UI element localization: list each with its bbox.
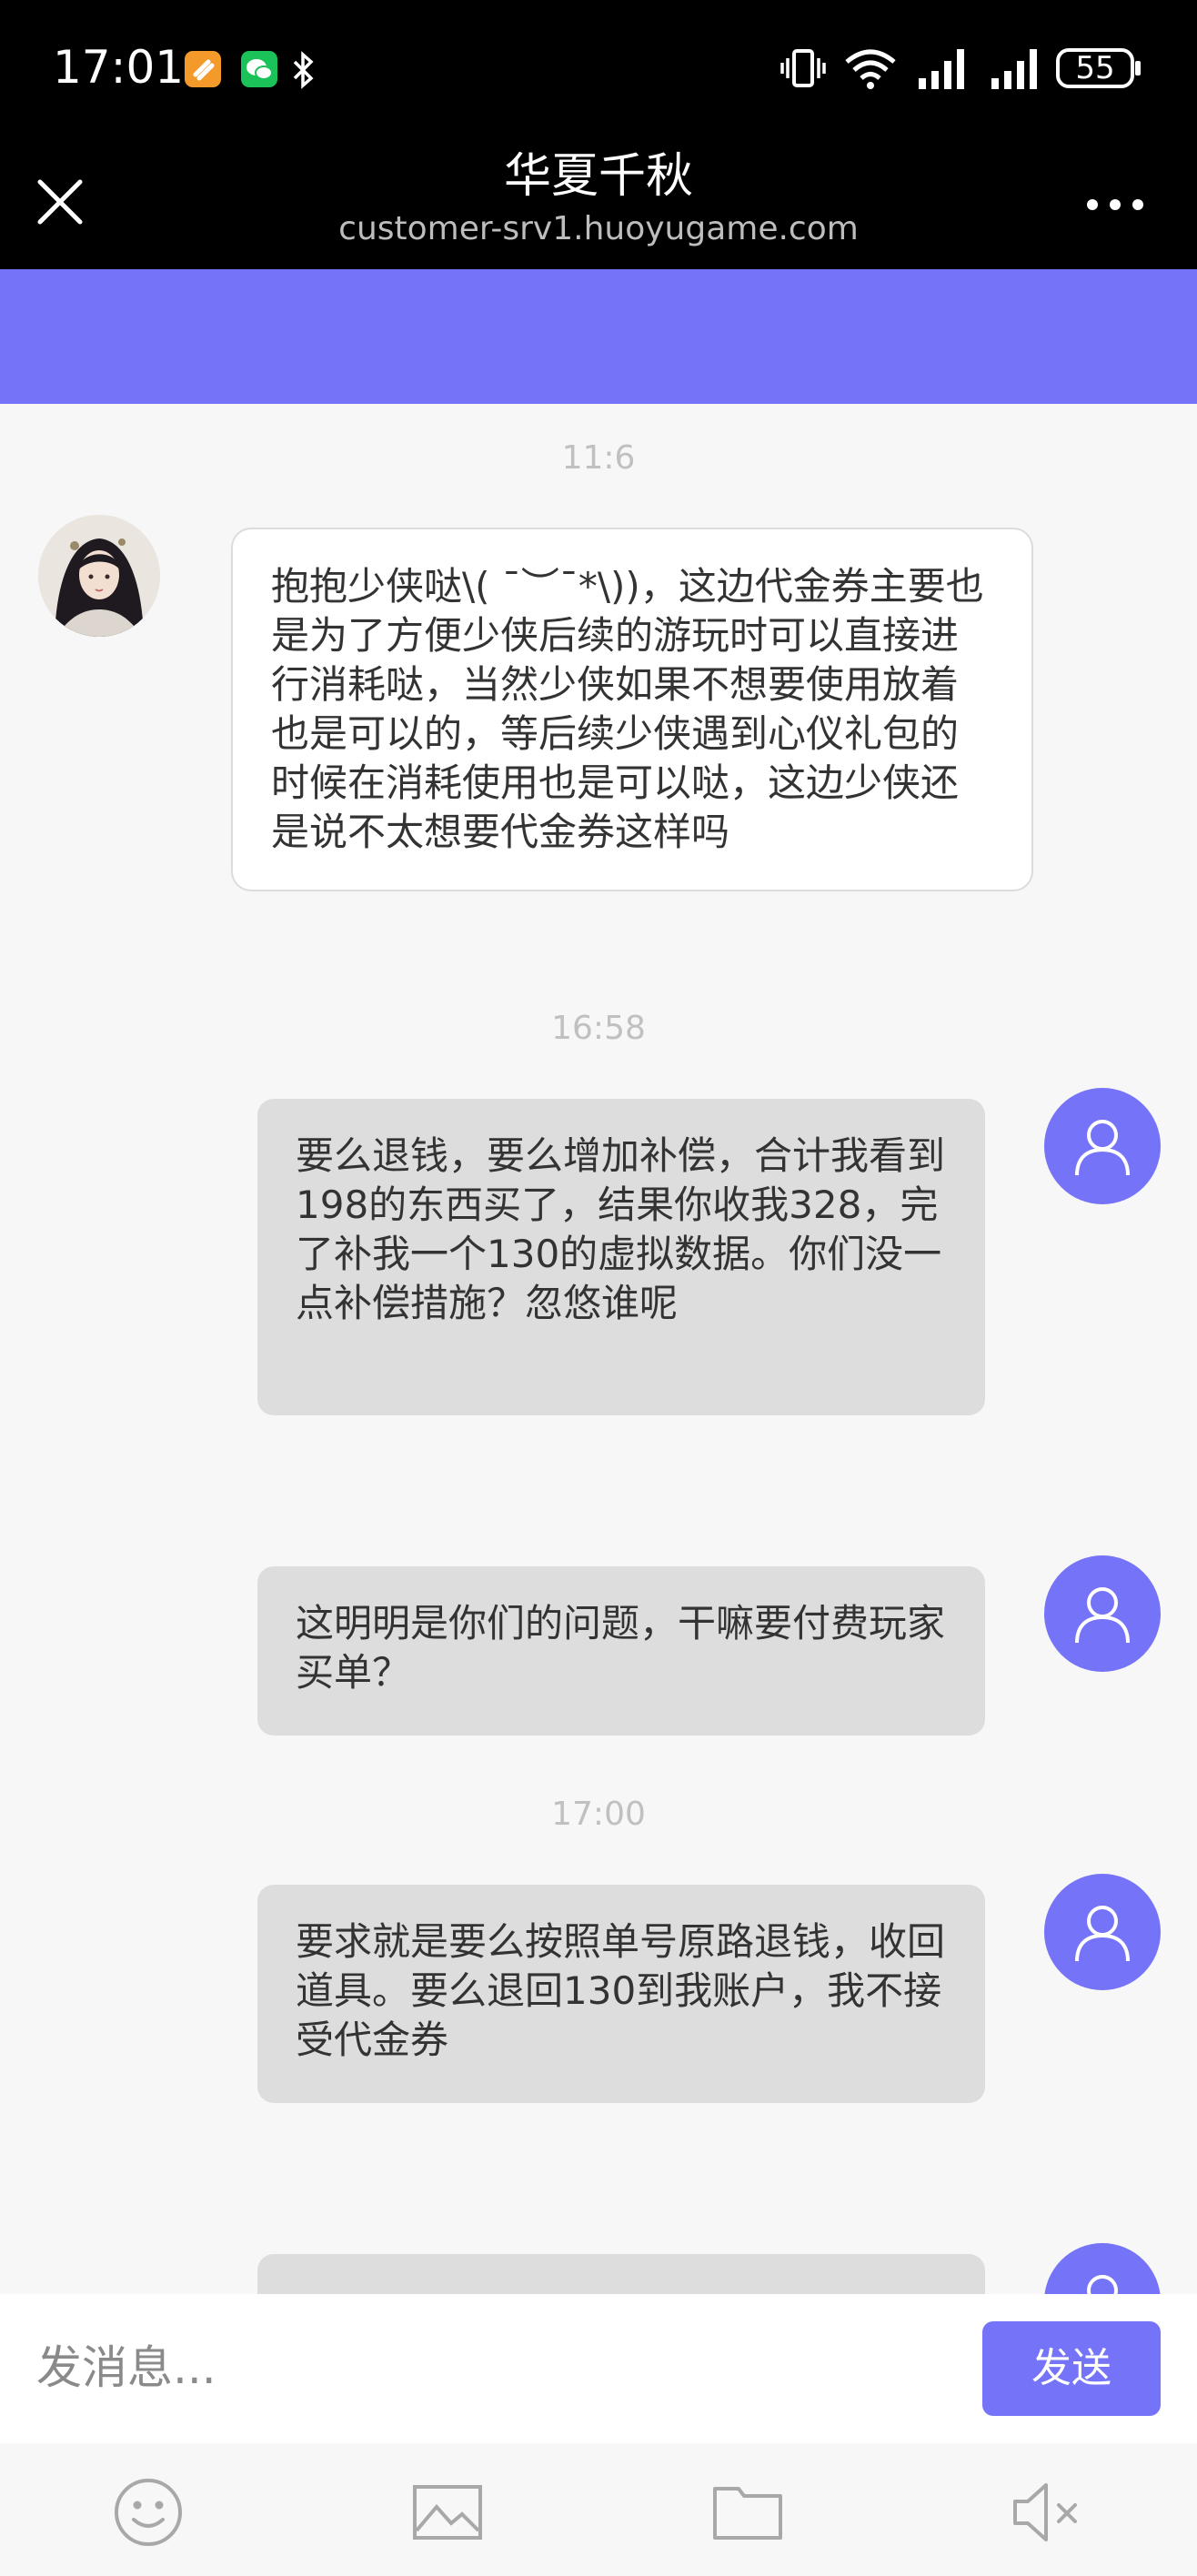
folder-icon (713, 2487, 782, 2540)
page-title: 华夏千秋 (503, 149, 693, 204)
message-input-bar: 发送 (0, 2294, 1197, 2443)
user-avatar[interactable] (1044, 1555, 1161, 1672)
user-icon (1075, 1587, 1130, 1644)
agent-message: 抱抱少侠哒\( ¯︶¯*\))，这边代金券主要也是为了方便少侠后续的游玩时可以直… (231, 528, 1033, 891)
timestamp: 16:58 (551, 1010, 646, 1047)
timestamp: 11:6 (561, 439, 636, 477)
user-avatar[interactable] (1044, 2243, 1161, 2294)
bluetooth-icon (289, 51, 317, 93)
send-button[interactable]: 发送 (982, 2321, 1161, 2416)
wechat-icon (241, 51, 277, 87)
user-icon (1087, 2275, 1118, 2294)
emoji-icon (115, 2479, 182, 2546)
chat-toolbar (0, 2443, 1197, 2576)
orange-app-icon (185, 51, 221, 87)
top-banner (0, 269, 1197, 404)
user-icon (1075, 1120, 1130, 1176)
agent-avatar[interactable] (38, 515, 160, 637)
page-url: customer-srv1.huoyugame.com (338, 210, 859, 247)
user-message: 要么退钱，要么增加补偿，合计我看到198的东西买了，结果你收我328，完了补我一… (257, 1099, 985, 1415)
emoji-button[interactable] (112, 2476, 185, 2549)
user-message: 这明明是你们的问题，干嘛要付费玩家买单？ (257, 1566, 985, 1736)
status-bar: 17:01 55 (0, 0, 1197, 138)
file-button[interactable] (711, 2476, 784, 2549)
more-icon (1087, 199, 1143, 210)
user-message: 要求就是要么按照单号原路退钱，收回道具。要么退回130到我账户，我不接受代金券 (257, 1885, 985, 2103)
wifi-icon (844, 45, 897, 95)
user-message-partial (257, 2254, 985, 2294)
speaker-mute-icon (1013, 2483, 1077, 2541)
image-icon (413, 2485, 482, 2540)
user-avatar[interactable] (1044, 1874, 1161, 1990)
chat-area[interactable]: 11:6 抱抱少侠哒\( ¯︶¯*\))，这边代金券主要也是为了方便少侠后续的游… (0, 404, 1197, 2294)
more-button[interactable] (1079, 175, 1152, 229)
battery-icon: 55 (1055, 47, 1142, 89)
user-avatar[interactable] (1044, 1088, 1161, 1204)
signal-icon (990, 45, 1042, 95)
page-header: 华夏千秋 customer-srv1.huoyugame.com (0, 138, 1197, 269)
image-button[interactable] (411, 2476, 484, 2549)
signal-icon (917, 45, 970, 95)
vibrate-icon (780, 45, 826, 95)
status-time: 17:01 (53, 41, 185, 94)
user-icon (1075, 1906, 1130, 1962)
timestamp: 17:00 (551, 1796, 646, 1833)
sound-toggle-button[interactable] (1010, 2476, 1082, 2549)
message-input[interactable] (36, 2318, 964, 2418)
battery-level: 55 (1075, 50, 1115, 86)
